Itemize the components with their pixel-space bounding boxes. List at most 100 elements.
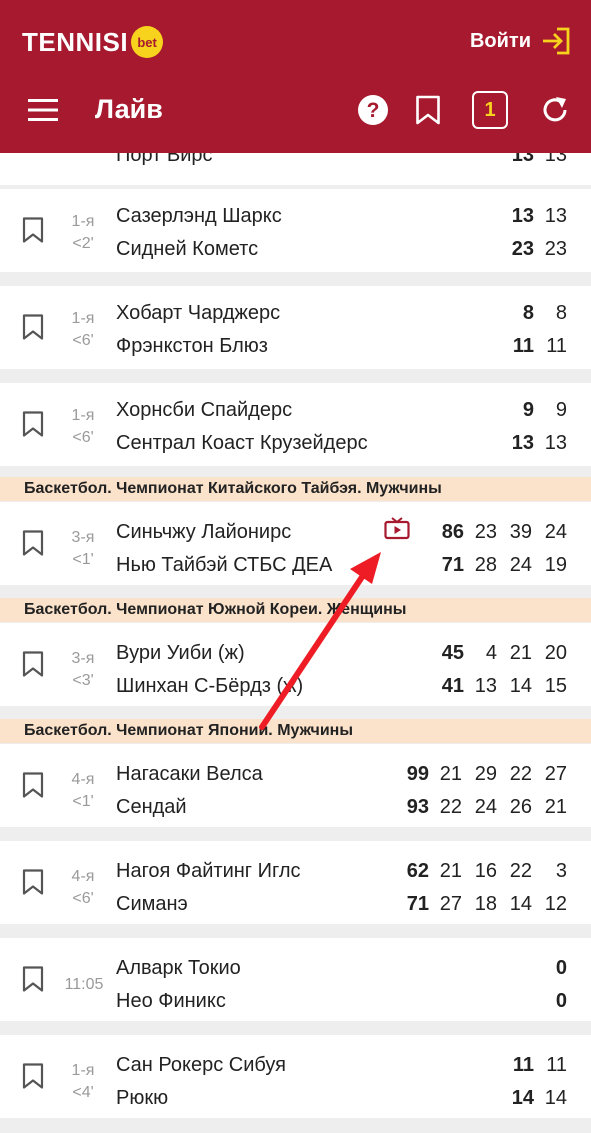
bookmark-icon[interactable]: [22, 1063, 44, 1089]
login-button[interactable]: Войти: [470, 26, 571, 56]
event-time: <6': [72, 429, 94, 446]
score-total-team-1: 45: [441, 642, 464, 664]
menu-icon[interactable]: [28, 99, 58, 121]
score-period-team-2: 18: [474, 893, 497, 915]
score-total-team-1: 99: [406, 763, 429, 785]
score-period-team-2: 27: [439, 893, 462, 915]
score-total-team-2: 13: [511, 432, 534, 454]
event-row[interactable]: 11:05 Алварк Токио Нео Финикс 0 0: [0, 938, 591, 1021]
help-icon[interactable]: ?: [357, 94, 389, 126]
bookmark-icon[interactable]: [415, 95, 441, 125]
score-period-team-1: 27: [544, 763, 567, 785]
score-period-team-2: 19: [544, 554, 567, 576]
team-1-name: Нагасаки Велса: [116, 763, 263, 785]
team-1-name: Алварк Токио: [116, 957, 241, 979]
event-row[interactable]: 1-я <6' Хобарт Чарджерс Фрэнкстон Блюз 8…: [0, 286, 591, 369]
score-period-team-1: 23: [474, 521, 497, 543]
tv-icon[interactable]: [384, 516, 410, 540]
league-header[interactable]: Баскетбол. Чемпионат Японии. Мужчины: [0, 719, 591, 743]
event-time: <6': [72, 332, 94, 349]
team-1-name: Сан Рокерс Сибуя: [116, 1054, 286, 1076]
page-title: Лайв: [95, 94, 163, 124]
event-row[interactable]: 1-я <2' Сазерлэнд Шаркс Сидней Кометс 13…: [0, 189, 591, 272]
event-period: 1-я: [71, 213, 95, 230]
score-total-team-1: 0: [555, 957, 567, 979]
event-period: 4-я: [71, 771, 95, 788]
brand-logo[interactable]: TENNISI bet: [22, 26, 164, 58]
event-row[interactable]: 1-я <4' Сан Рокерс Сибуя Рюкю 11 11 14 1…: [0, 1035, 591, 1118]
score-total-team-2: 71: [441, 554, 464, 576]
bookmark-icon[interactable]: [22, 314, 44, 340]
refresh-icon[interactable]: [540, 95, 570, 125]
score-period-team-1: 9: [555, 399, 567, 421]
score-total-team-2: 93: [406, 796, 429, 818]
logo-badge: bet: [131, 26, 164, 58]
event-period: 3-я: [71, 529, 95, 546]
score-total-team-1: 86: [441, 521, 464, 543]
event-time: <4': [72, 1084, 94, 1101]
event-period: 1-я: [71, 310, 95, 327]
event-start-time: 11:05: [64, 976, 104, 993]
score-period-team-1: 29: [474, 763, 497, 785]
score-total-team-2: 41: [441, 675, 464, 697]
team-1-name: Хорнсби Спайдерс: [116, 399, 293, 421]
bookmark-icon[interactable]: [22, 530, 44, 556]
score-total-team-2: 23: [511, 238, 534, 260]
login-icon: [543, 27, 570, 55]
bookmark-icon[interactable]: [22, 651, 44, 677]
score-period-team-2: 22: [439, 796, 462, 818]
league-header[interactable]: Баскетбол. Чемпионат Китайского Тайбэя. …: [0, 477, 591, 501]
score-total-team-1: 9: [522, 399, 534, 421]
bookmark-icon[interactable]: [22, 217, 44, 243]
event-period: 4-я: [71, 868, 95, 885]
score-total-team-1: 8: [522, 302, 534, 324]
score-total-team-1: 13: [511, 205, 534, 227]
svg-text:?: ?: [367, 99, 380, 122]
score-period-team-2: 14: [509, 675, 532, 697]
score-period-team-2: 14: [544, 1087, 567, 1109]
team-1-name: Синьчжу Лайонирс: [116, 521, 292, 543]
score-period-team-1: 22: [509, 763, 532, 785]
score-total-team-2: 11: [512, 335, 534, 357]
score-period-team-1: 3: [555, 860, 567, 882]
score-period-team-1: 21: [439, 763, 462, 785]
team-2-name: Сендай: [116, 796, 187, 818]
coupon-count: 1: [484, 98, 496, 121]
score-period-team-1: 22: [509, 860, 532, 882]
logo-text: TENNISI: [22, 26, 129, 57]
score-total-team-2: 14: [511, 1087, 534, 1109]
coupon-icon[interactable]: 1: [472, 91, 508, 129]
league-header[interactable]: Баскетбол. Чемпионат Южной Кореи. Женщин…: [0, 598, 591, 622]
score-period-team-2: 12: [544, 893, 567, 915]
event-row[interactable]: 1-я <6' Хорнсби Спайдерс Сентрал Коаст К…: [0, 383, 591, 466]
score-period-team-1: 21: [439, 860, 462, 882]
event-row[interactable]: 4-я <6' Нагоя Файтинг Иглс Симанэ 62 21 …: [0, 841, 591, 924]
team-2-name: Шинхан С-Бёрдз (ж): [116, 675, 304, 697]
team-2-name: Фрэнкстон Блюз: [116, 335, 268, 357]
score-period-team-2: 28: [474, 554, 497, 576]
bookmark-icon[interactable]: [22, 772, 44, 798]
score-total-team-1: 62: [406, 860, 429, 882]
team-1-name: Нагоя Файтинг Иглс: [116, 860, 301, 882]
score-period-team-2: 26: [509, 796, 532, 818]
event-time: <3': [72, 672, 94, 689]
score-period-team-2: 23: [544, 238, 567, 260]
bookmark-icon[interactable]: [22, 411, 44, 437]
event-period: 1-я: [71, 1062, 95, 1079]
event-row[interactable]: Порт Вирс 13 13: [0, 144, 591, 185]
score-period-team-2: 21: [544, 796, 567, 818]
score-period-team-2: 24: [509, 554, 532, 576]
score-period-team-1: 4: [485, 642, 497, 664]
score-total-team-1: 11: [512, 1054, 534, 1076]
event-row[interactable]: 3-я <1' Синьчжу Лайонирс Нью Тайбэй СТБС…: [0, 502, 591, 585]
bookmark-icon[interactable]: [22, 966, 44, 992]
event-time: <2': [72, 235, 94, 252]
score-period-team-2: 13: [474, 675, 497, 697]
event-row[interactable]: 4-я <1' Нагасаки Велса Сендай 99 21 29 2…: [0, 744, 591, 827]
event-row[interactable]: 3-я <3' Вури Уиби (ж) Шинхан С-Бёрдз (ж)…: [0, 623, 591, 706]
login-label: Войти: [469, 29, 531, 52]
score-period-team-1: 11: [546, 1054, 567, 1076]
app-header: TENNISI bet Войти Лайв ? 1: [0, 0, 591, 153]
bookmark-icon[interactable]: [22, 869, 44, 895]
score-total-team-2: 71: [406, 893, 429, 915]
